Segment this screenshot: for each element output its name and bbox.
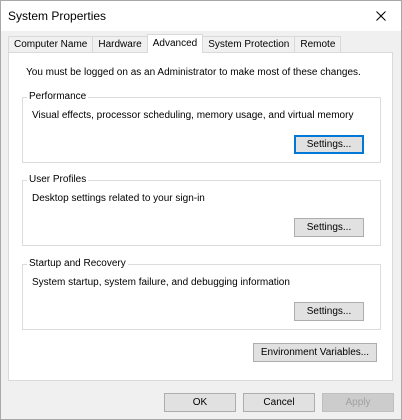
startup-recovery-description: System startup, system failure, and debu… xyxy=(32,277,290,288)
user-profiles-settings-button[interactable]: Settings... xyxy=(294,218,364,237)
startup-recovery-settings-button[interactable]: Settings... xyxy=(294,302,364,321)
title-bar: System Properties xyxy=(1,1,401,31)
user-profiles-group-title: User Profiles xyxy=(27,174,89,186)
apply-button[interactable]: Apply xyxy=(322,393,394,412)
tab-remote[interactable]: Remote xyxy=(294,36,342,52)
close-icon xyxy=(376,11,386,21)
performance-group-title: Performance xyxy=(27,91,89,103)
tab-advanced[interactable]: Advanced xyxy=(146,34,204,53)
tab-computer-name[interactable]: Computer Name xyxy=(8,36,94,52)
window-title: System Properties xyxy=(8,9,107,23)
performance-settings-button[interactable]: Settings... xyxy=(294,135,364,154)
admin-note: You must be logged on as an Administrato… xyxy=(26,67,361,78)
system-properties-window: System Properties Computer Name Hardware… xyxy=(0,0,402,420)
environment-variables-button[interactable]: Environment Variables... xyxy=(253,343,377,362)
user-profiles-group: User Profiles Desktop settings related t… xyxy=(22,174,381,246)
performance-group: Performance Visual effects, processor sc… xyxy=(22,91,381,163)
user-profiles-description: Desktop settings related to your sign-in xyxy=(32,193,205,204)
tab-strip: Computer Name Hardware Advanced System P… xyxy=(8,34,342,53)
cancel-button[interactable]: Cancel xyxy=(243,393,315,412)
performance-description: Visual effects, processor scheduling, me… xyxy=(32,110,354,121)
close-button[interactable] xyxy=(361,1,401,31)
startup-recovery-group: Startup and Recovery System startup, sys… xyxy=(22,258,381,330)
tab-system-protection[interactable]: System Protection xyxy=(202,36,296,52)
ok-button[interactable]: OK xyxy=(164,393,236,412)
tab-hardware[interactable]: Hardware xyxy=(92,36,148,52)
startup-recovery-group-title: Startup and Recovery xyxy=(27,258,128,270)
advanced-tab-panel: You must be logged on as an Administrato… xyxy=(8,52,393,381)
